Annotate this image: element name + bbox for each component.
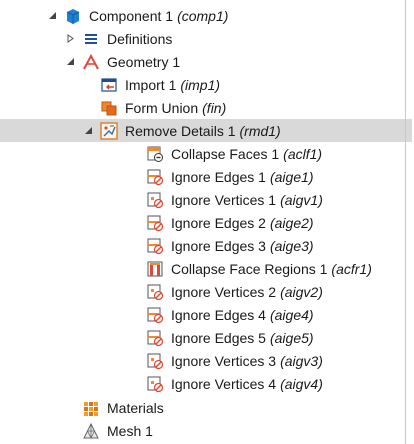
tree-item-tag: (comp1) bbox=[177, 7, 229, 24]
tree-item-import[interactable]: Import 1 (imp1) bbox=[0, 73, 412, 96]
collapsed-arrow-icon[interactable] bbox=[64, 33, 76, 45]
ignore-vertices-icon bbox=[146, 191, 164, 209]
tree-item-label: Ignore Vertices 2 bbox=[171, 283, 277, 300]
tree-item-label: Mesh 1 bbox=[107, 422, 153, 439]
tree-item-tag: (acfr1) bbox=[331, 260, 372, 277]
tree-item-tag: (aigv2) bbox=[280, 283, 323, 300]
tree-item-tag: (fin) bbox=[202, 99, 227, 116]
tree-item-definitions[interactable]: Definitions bbox=[0, 27, 412, 50]
materials-icon bbox=[82, 399, 100, 417]
mesh-icon bbox=[82, 422, 100, 440]
ignore-vertices-icon bbox=[146, 283, 164, 301]
tree-item-tag: (aigv4) bbox=[280, 375, 323, 392]
expanded-arrow-icon[interactable] bbox=[82, 125, 94, 137]
ignore-vertices-icon bbox=[146, 352, 164, 370]
tree-item-materials[interactable]: Materials bbox=[0, 396, 412, 419]
tree-item-tag: (aige4) bbox=[269, 306, 314, 323]
tree-item-label: Ignore Vertices 4 bbox=[171, 375, 277, 392]
tree-item-tag: (aigv1) bbox=[280, 191, 323, 208]
tree-item-collapse-face-regions-1[interactable]: Collapse Face Regions 1 (acfr1) bbox=[0, 257, 412, 280]
tree-item-label: Ignore Edges 1 bbox=[171, 168, 266, 185]
tree-item-ignore-vertices-4[interactable]: Ignore Vertices 4 (aigv4) bbox=[0, 372, 412, 395]
ignore-edges-icon bbox=[146, 329, 164, 347]
tree-item-form-union[interactable]: Form Union (fin) bbox=[0, 96, 412, 119]
tree-item-label: Definitions bbox=[107, 30, 173, 47]
tree-item-label: Import 1 bbox=[125, 76, 177, 93]
tree-item-label: Geometry 1 bbox=[107, 53, 181, 70]
tree-item-mesh[interactable]: Mesh 1 bbox=[0, 419, 412, 442]
expanded-arrow-icon[interactable] bbox=[46, 10, 58, 22]
expanded-arrow-icon[interactable] bbox=[64, 56, 76, 68]
ignore-vertices-icon bbox=[146, 375, 164, 393]
collapse-faces-icon bbox=[146, 145, 164, 163]
tree-item-label: Ignore Vertices 1 bbox=[171, 191, 277, 208]
panel-border bbox=[405, 0, 406, 444]
tree-item-tag: (aige5) bbox=[269, 329, 314, 346]
tree-item-remove-details[interactable]: Remove Details 1 (rmd1) bbox=[0, 119, 412, 142]
tree-item-geometry[interactable]: Geometry 1 bbox=[0, 50, 412, 73]
tree-item-tag: (aclf1) bbox=[283, 145, 323, 162]
tree-item-label: Collapse Faces 1 bbox=[171, 145, 280, 162]
tree-item-label: Materials bbox=[107, 399, 164, 416]
tree-item-label: Ignore Edges 4 bbox=[171, 306, 266, 323]
ignore-edges-icon bbox=[146, 214, 164, 232]
tree-item-tag: (aigv3) bbox=[280, 352, 323, 369]
ignore-edges-icon bbox=[146, 306, 164, 324]
collapse-face-regions-icon bbox=[146, 260, 164, 278]
tree-item-collapse-faces-1[interactable]: Collapse Faces 1 (aclf1) bbox=[0, 142, 412, 165]
tree-item-ignore-edges-5[interactable]: Ignore Edges 5 (aige5) bbox=[0, 326, 412, 349]
tree-item-tag: (aige1) bbox=[269, 168, 314, 185]
ignore-edges-icon bbox=[146, 168, 164, 186]
tree-item-ignore-vertices-1[interactable]: Ignore Vertices 1 (aigv1) bbox=[0, 188, 412, 211]
tree-item-ignore-vertices-3[interactable]: Ignore Vertices 3 (aigv3) bbox=[0, 349, 412, 372]
geometry-icon bbox=[82, 53, 100, 71]
tree-item-ignore-edges-4[interactable]: Ignore Edges 4 (aige4) bbox=[0, 303, 412, 326]
tree-item-ignore-edges-1[interactable]: Ignore Edges 1 (aige1) bbox=[0, 165, 412, 188]
tree-item-label: Form Union bbox=[125, 99, 199, 116]
tree-item-label: Remove Details 1 bbox=[125, 122, 236, 139]
ignore-edges-icon bbox=[146, 237, 164, 255]
tree-item-ignore-edges-3[interactable]: Ignore Edges 3 (aige3) bbox=[0, 234, 412, 257]
tree-item-tag: (rmd1) bbox=[239, 122, 281, 139]
tree-item-label: Ignore Vertices 3 bbox=[171, 352, 277, 369]
tree-item-component[interactable]: Component 1 (comp1) bbox=[0, 4, 412, 27]
tree-item-label: Collapse Face Regions 1 bbox=[171, 260, 328, 277]
model-tree: Component 1 (comp1) Definitions Geometry… bbox=[0, 0, 414, 444]
tree-item-label: Ignore Edges 3 bbox=[171, 237, 266, 254]
component-icon bbox=[64, 7, 82, 25]
tree-item-ignore-edges-2[interactable]: Ignore Edges 2 (aige2) bbox=[0, 211, 412, 234]
tree-item-label: Ignore Edges 2 bbox=[171, 214, 266, 231]
tree-item-ignore-vertices-2[interactable]: Ignore Vertices 2 (aigv2) bbox=[0, 280, 412, 303]
tree-item-tag: (aige2) bbox=[269, 214, 314, 231]
definitions-icon bbox=[82, 30, 100, 48]
tree-item-label: Component 1 bbox=[89, 7, 174, 24]
import-icon bbox=[100, 76, 118, 94]
tree-item-tag: (aige3) bbox=[269, 237, 314, 254]
tree-item-tag: (imp1) bbox=[180, 76, 221, 93]
form-union-icon bbox=[100, 99, 118, 117]
tree-item-label: Ignore Edges 5 bbox=[171, 329, 266, 346]
remove-details-icon bbox=[100, 121, 118, 140]
